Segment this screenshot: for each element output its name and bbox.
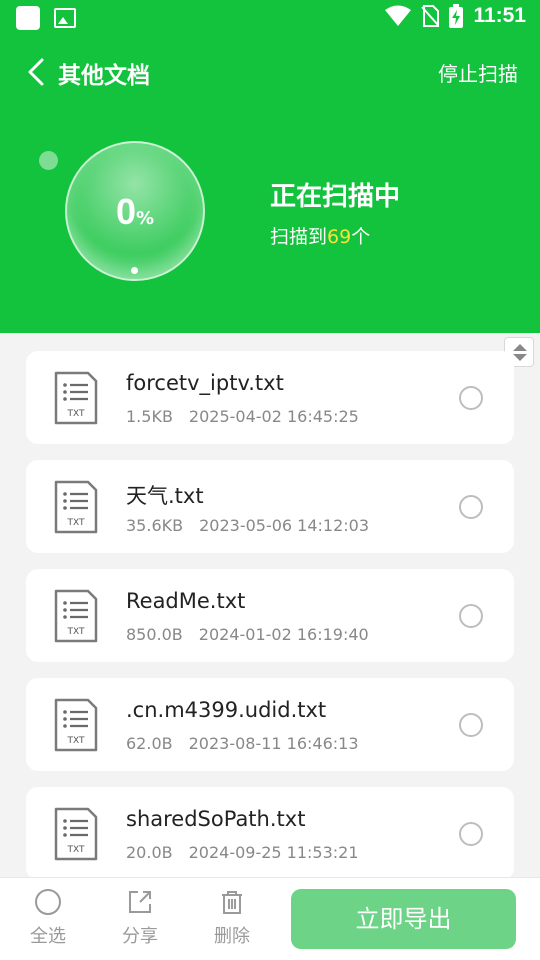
file-type-label: TXT — [66, 627, 85, 637]
file-name: forcetv_iptv.txt — [126, 371, 284, 395]
trash-icon — [222, 891, 242, 914]
progress-indicator-dot — [131, 267, 138, 274]
file-list-item[interactable]: TXT 天气.txt 35.6KB 2023-05-06 14:12:03 — [26, 460, 514, 553]
file-type-label: TXT — [66, 409, 85, 419]
file-meta: 35.6KB 2023-05-06 14:12:03 — [126, 516, 369, 535]
scan-count-value: 69 — [327, 226, 352, 248]
file-list: TXT forcetv_iptv.txt 1.5KB 2025-04-02 16:45… — [26, 351, 514, 896]
file-date: 2023-08-11 16:46:13 — [188, 734, 359, 753]
scan-count-text: 扫描到69个 — [270, 222, 370, 249]
file-select-radio[interactable] — [459, 713, 483, 737]
txt-file-icon: TXT — [54, 698, 98, 752]
file-size: 35.6KB — [126, 516, 184, 535]
file-list-item[interactable]: TXT .cn.m4399.udid.txt 62.0B 2023-08-11 16:… — [26, 678, 514, 771]
scan-percent-value: 0 — [115, 191, 136, 232]
file-select-radio[interactable] — [459, 386, 483, 410]
scan-percent: 0% — [67, 191, 203, 233]
file-list-item[interactable]: TXT forcetv_iptv.txt 1.5KB 2025-04-02 16:45… — [26, 351, 514, 444]
scan-percent-sign: % — [135, 208, 155, 229]
page-title: 其他文档 — [58, 63, 150, 89]
status-bar: 11:51 — [0, 0, 540, 36]
delete-button[interactable]: 删除 — [202, 888, 262, 948]
export-now-button[interactable]: 立即导出 — [291, 889, 516, 949]
file-list-item[interactable]: TXT sharedSoPath.txt 20.0B 2024-09-25 11:53… — [26, 787, 514, 880]
scan-status-text: 正在扫描中 — [270, 182, 401, 212]
file-name: .cn.m4399.udid.txt — [126, 698, 327, 722]
share-label: 分享 — [122, 926, 158, 947]
file-name: ReadMe.txt — [126, 589, 246, 613]
file-name: 天气.txt — [126, 484, 204, 508]
file-meta: 62.0B 2023-08-11 16:46:13 — [126, 734, 359, 753]
txt-file-icon: TXT — [54, 371, 98, 425]
file-date: 2024-01-02 16:19:40 — [198, 625, 369, 644]
decorative-bubble — [39, 151, 58, 170]
file-size: 850.0B — [126, 625, 183, 644]
txt-file-icon: TXT — [54, 480, 98, 534]
file-size: 20.0B — [126, 843, 173, 862]
sort-down-icon — [513, 354, 527, 361]
share-icon — [129, 891, 151, 913]
file-meta: 1.5KB 2025-04-02 16:45:25 — [126, 407, 359, 426]
file-list-item[interactable]: TXT ReadMe.txt 850.0B 2024-01-02 16:19:40 — [26, 569, 514, 662]
stop-scan-button[interactable]: 停止扫描 — [438, 58, 518, 87]
no-sim-icon — [421, 5, 440, 27]
file-type-label: TXT — [66, 518, 85, 528]
file-size: 62.0B — [126, 734, 173, 753]
select-all-button[interactable]: 全选 — [18, 888, 78, 948]
file-select-radio[interactable] — [459, 495, 483, 519]
file-meta: 20.0B 2024-09-25 11:53:21 — [126, 843, 359, 862]
file-name: sharedSoPath.txt — [126, 807, 306, 831]
bottom-action-bar: 全选 分享 删除 立即导出 — [0, 877, 540, 960]
scan-progress-circle: 0% — [65, 141, 205, 281]
image-notification-icon — [54, 8, 76, 28]
app-bar: 其他文档 停止扫描 — [0, 52, 540, 92]
status-time: 11:51 — [473, 4, 526, 27]
select-all-label: 全选 — [30, 926, 66, 947]
sort-up-icon — [513, 344, 527, 351]
file-select-radio[interactable] — [459, 822, 483, 846]
txt-file-icon: TXT — [54, 807, 98, 861]
share-button[interactable]: 分享 — [110, 888, 170, 948]
file-select-radio[interactable] — [459, 604, 483, 628]
file-date: 2025-04-02 16:45:25 — [188, 407, 359, 426]
file-meta: 850.0B 2024-01-02 16:19:40 — [126, 625, 369, 644]
notification-app-icon — [16, 6, 40, 30]
scan-count-prefix: 扫描到 — [270, 226, 328, 248]
file-date: 2024-09-25 11:53:21 — [188, 843, 359, 862]
txt-file-icon: TXT — [54, 589, 98, 643]
file-type-label: TXT — [66, 736, 85, 746]
delete-label: 删除 — [214, 926, 250, 947]
back-chevron-icon[interactable] — [24, 56, 52, 88]
scan-count-suffix: 个 — [351, 226, 371, 248]
file-date: 2023-05-06 14:12:03 — [199, 516, 370, 535]
select-all-circle-icon — [35, 889, 61, 915]
wifi-icon — [385, 5, 412, 26]
battery-charging-icon — [449, 4, 464, 28]
file-type-label: TXT — [66, 845, 85, 855]
file-size: 1.5KB — [126, 407, 173, 426]
